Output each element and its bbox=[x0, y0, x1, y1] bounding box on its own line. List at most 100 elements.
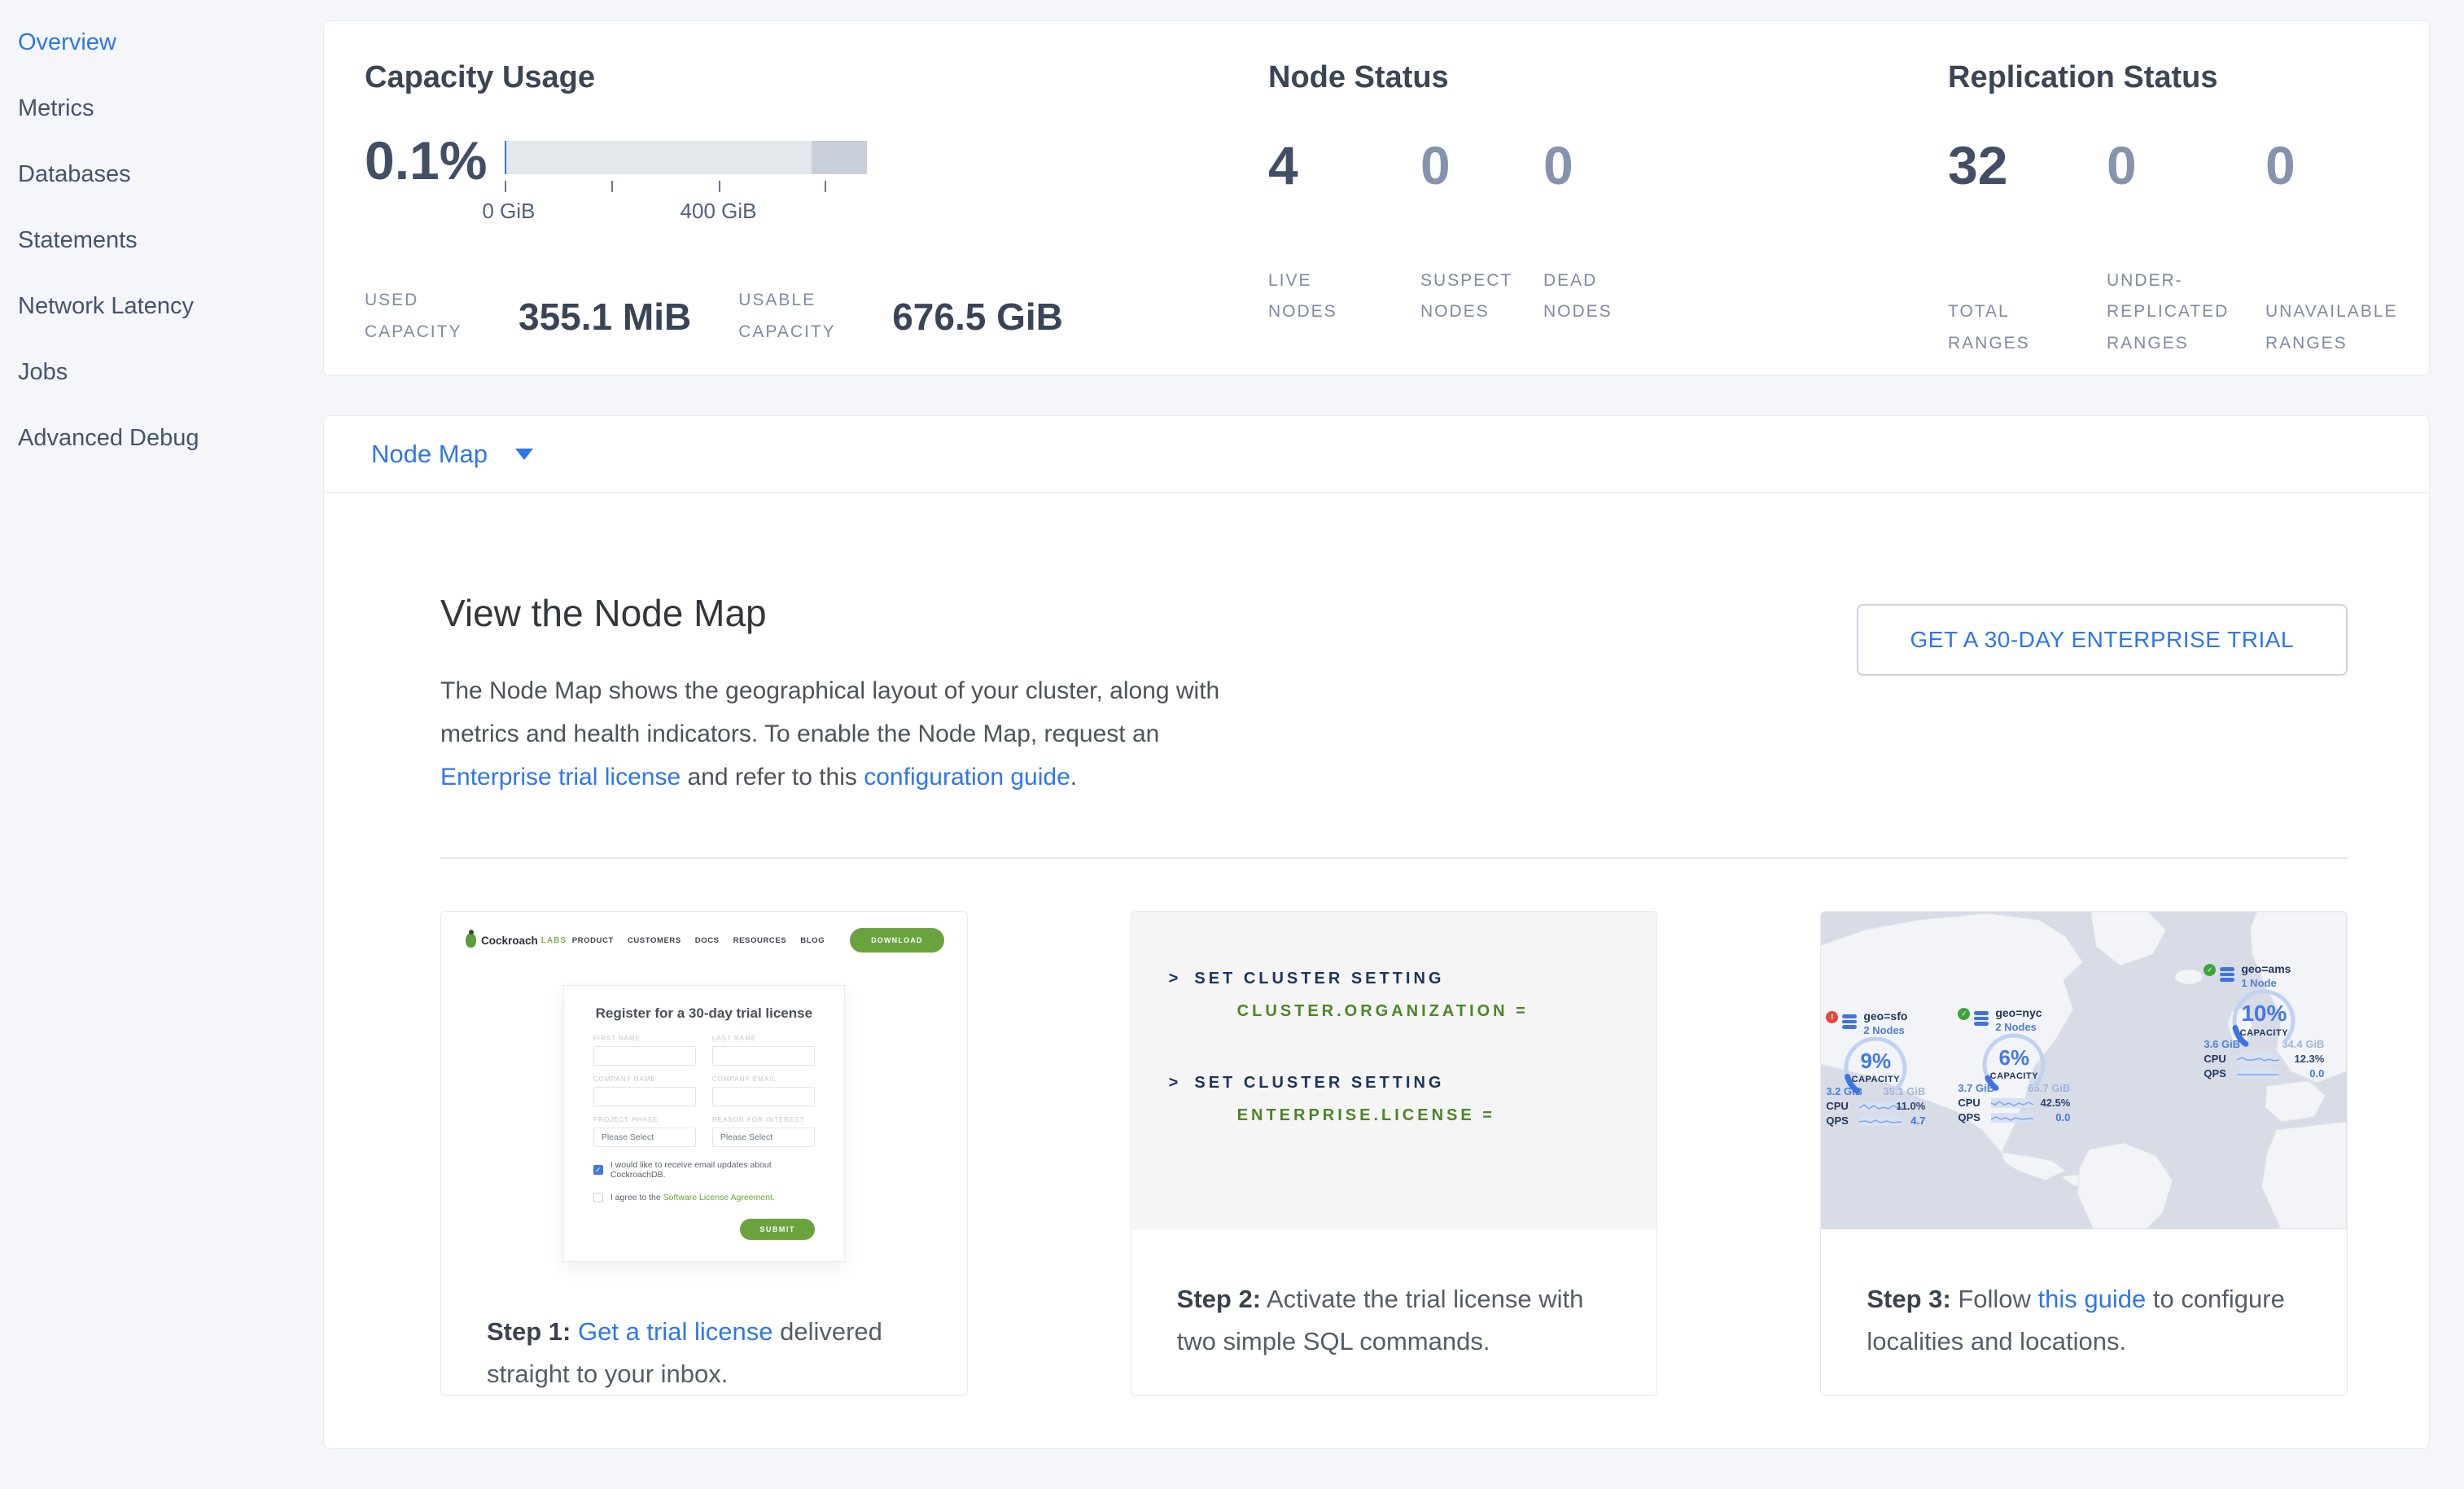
prompt-icon: > bbox=[1169, 1074, 1182, 1092]
qps-value: 4.7 bbox=[1910, 1115, 1925, 1127]
capacity-gauge: 9% CAPACITY bbox=[1840, 1033, 1910, 1098]
replication-status-section: Replication Status 32 0 0 TOTAL RANGES U… bbox=[1948, 60, 2429, 375]
software-license-agreement-link: Software License Agreement. bbox=[663, 1193, 775, 1202]
capacity-axis-label-400: 400 GiB bbox=[681, 199, 757, 224]
qps-sparkline bbox=[1991, 1113, 2033, 1123]
step-1-text-before bbox=[571, 1317, 578, 1346]
sql-command-1-text: SET CLUSTER SETTING bbox=[1194, 970, 1444, 988]
capacity-used-percent: 0.1% bbox=[365, 131, 487, 226]
view-selector-dropdown[interactable]: Node Map bbox=[324, 416, 2429, 493]
unavailable-ranges-count: 0 bbox=[2265, 136, 2429, 195]
check-icon: ✓ bbox=[1958, 1008, 1970, 1020]
locality-nyc: ✓ geo=nyc 2 Nodes bbox=[1958, 1006, 2070, 1123]
cluster-summary-panel: Capacity Usage 0.1% 0 GiB bbox=[323, 20, 2430, 376]
get-trial-license-link[interactable]: Get a trial license bbox=[578, 1317, 773, 1346]
sidebar-item-overview[interactable]: Overview bbox=[18, 10, 323, 76]
this-guide-link[interactable]: this guide bbox=[2038, 1285, 2147, 1313]
qps-sparkline bbox=[2237, 1069, 2279, 1079]
qps-label: QPS bbox=[2204, 1067, 2233, 1080]
dead-nodes-label: DEAD NODES bbox=[1543, 265, 1635, 329]
sidebar-item-network-latency[interactable]: Network Latency bbox=[18, 274, 323, 339]
sidebar-item-jobs[interactable]: Jobs bbox=[18, 339, 323, 405]
registration-screenshot-image: Cockroach LABS PRODUCT CUSTOMERS DOCS RE… bbox=[441, 912, 967, 1262]
sql-command-1-setting: CLUSTER.ORGANIZATION = bbox=[1169, 995, 1625, 1027]
total-ranges-label: TOTAL RANGES bbox=[1948, 296, 2039, 360]
qps-sparkline bbox=[1859, 1116, 1902, 1126]
node-map-panel: Node Map View the Node Map The Node Map … bbox=[323, 415, 2430, 1449]
step-1-caption: Step 1: Get a trial license delivered st… bbox=[441, 1262, 967, 1395]
mini-submit-button: SUBMIT bbox=[740, 1219, 815, 1240]
mini-nav-customers: CUSTOMERS bbox=[628, 936, 681, 945]
license-agreement-checkbox bbox=[593, 1193, 603, 1202]
capacity-bar: 0 GiB 400 GiB bbox=[505, 131, 867, 226]
under-replicated-ranges-count: 0 bbox=[2107, 136, 2265, 195]
used-capacity-label: USED CAPACITY bbox=[365, 285, 507, 348]
reason-for-interest-select: Please Select bbox=[712, 1128, 815, 1147]
sidebar: Overview Metrics Databases Statements Ne… bbox=[0, 0, 323, 1489]
enterprise-trial-license-link[interactable]: Enterprise trial license bbox=[440, 764, 681, 790]
get-enterprise-trial-button[interactable]: GET A 30-DAY ENTERPRISE TRIAL bbox=[1857, 604, 2348, 676]
capacity-axis-label-0: 0 GiB bbox=[482, 199, 535, 224]
mini-nav-docs: DOCS bbox=[695, 936, 720, 945]
company-email-label: COMPANY EMAIL bbox=[712, 1075, 815, 1083]
company-email-field bbox=[712, 1087, 815, 1106]
capacity-bar-used-segment bbox=[505, 141, 506, 174]
sql-command-2-setting: ENTERPRISE.LICENSE = bbox=[1169, 1099, 1625, 1132]
section-divider bbox=[440, 857, 2348, 859]
sidebar-item-advanced-debug[interactable]: Advanced Debug bbox=[18, 405, 323, 471]
node-map-intro: View the Node Map The Node Map shows the… bbox=[440, 591, 1234, 799]
company-name-label: COMPANY NAME bbox=[593, 1075, 696, 1083]
step-2-card: > SET CLUSTER SETTING CLUSTER.ORGANIZATIO… bbox=[1131, 911, 1658, 1396]
mini-nav-product: PRODUCT bbox=[572, 936, 614, 945]
step-3-text-before: Follow bbox=[1951, 1285, 2038, 1313]
replication-status-title: Replication Status bbox=[1948, 60, 2429, 95]
usable-capacity-label: USABLE CAPACITY bbox=[738, 285, 881, 348]
alert-icon: ! bbox=[1826, 1011, 1838, 1023]
page-title: View the Node Map bbox=[440, 591, 1234, 635]
step-1-card: Cockroach LABS PRODUCT CUSTOMERS DOCS RE… bbox=[440, 911, 968, 1396]
last-name-field bbox=[712, 1046, 815, 1066]
used-capacity-value: 355.1 MiB bbox=[519, 295, 691, 339]
step-2-caption: Step 2: Activate the trial license with … bbox=[1131, 1229, 1657, 1363]
capacity-gauge-label: CAPACITY bbox=[2240, 1028, 2288, 1038]
capacity-bar-reserved-segment bbox=[812, 141, 867, 174]
database-stack-icon bbox=[2220, 967, 2234, 982]
suspect-nodes-label: SUSPECT NODES bbox=[1420, 265, 1512, 329]
sidebar-item-databases[interactable]: Databases bbox=[18, 142, 323, 208]
intro-paragraph: The Node Map shows the geographical layo… bbox=[440, 669, 1234, 799]
suspect-nodes-count: 0 bbox=[1420, 136, 1543, 195]
main-content: Capacity Usage 0.1% 0 GiB bbox=[323, 0, 2464, 1489]
configuration-guide-link[interactable]: configuration guide bbox=[864, 764, 1070, 790]
qps-value: 0.0 bbox=[2055, 1111, 2070, 1123]
capacity-gauge-label: CAPACITY bbox=[1990, 1071, 2038, 1081]
capacity-percent: 6% bbox=[1999, 1047, 2030, 1068]
intro-text-3: . bbox=[1070, 764, 1077, 790]
cockroach-bug-icon bbox=[466, 933, 476, 948]
view-selector-label: Node Map bbox=[371, 440, 488, 469]
project-phase-label: PROJECT PHASE bbox=[593, 1116, 696, 1123]
sidebar-item-metrics[interactable]: Metrics bbox=[18, 76, 323, 142]
prompt-icon: > bbox=[1169, 970, 1182, 988]
sql-command-2-text: SET CLUSTER SETTING bbox=[1194, 1074, 1444, 1092]
check-icon: ✓ bbox=[2204, 964, 2216, 976]
unavailable-ranges-label: UNAVAILABLE RANGES bbox=[2265, 296, 2402, 360]
node-status-title: Node Status bbox=[1268, 60, 1948, 95]
capacity-percent: 9% bbox=[1861, 1050, 1892, 1071]
cockroach-logo-suffix: LABS bbox=[541, 936, 567, 945]
live-nodes-label: LIVE NODES bbox=[1268, 265, 1359, 329]
project-phase-select: Please Select bbox=[593, 1128, 696, 1147]
mini-nav-blog: BLOG bbox=[800, 936, 825, 945]
reason-for-interest-label: REASON FOR INTEREST bbox=[712, 1116, 815, 1123]
company-name-field bbox=[593, 1087, 696, 1106]
locality-name: geo=nyc bbox=[1995, 1006, 2042, 1019]
capacity-axis-ticks bbox=[505, 181, 867, 194]
capacity-usage-section: Capacity Usage 0.1% 0 GiB bbox=[365, 60, 1268, 375]
node-status-section: Node Status 4 0 0 LIVE NODES SUSPECT NOD… bbox=[1268, 60, 1948, 375]
sidebar-item-statements[interactable]: Statements bbox=[18, 208, 323, 274]
usable-capacity-value: 676.5 GiB bbox=[892, 295, 1063, 339]
qps-value: 0.0 bbox=[2309, 1067, 2324, 1080]
trial-license-form: Register for a 30-day trial license FIRS… bbox=[563, 985, 845, 1262]
database-stack-icon bbox=[1842, 1014, 1857, 1029]
sql-command-1: > SET CLUSTER SETTING bbox=[1169, 962, 1625, 995]
license-agreement-text: I agree to the bbox=[611, 1193, 663, 1202]
